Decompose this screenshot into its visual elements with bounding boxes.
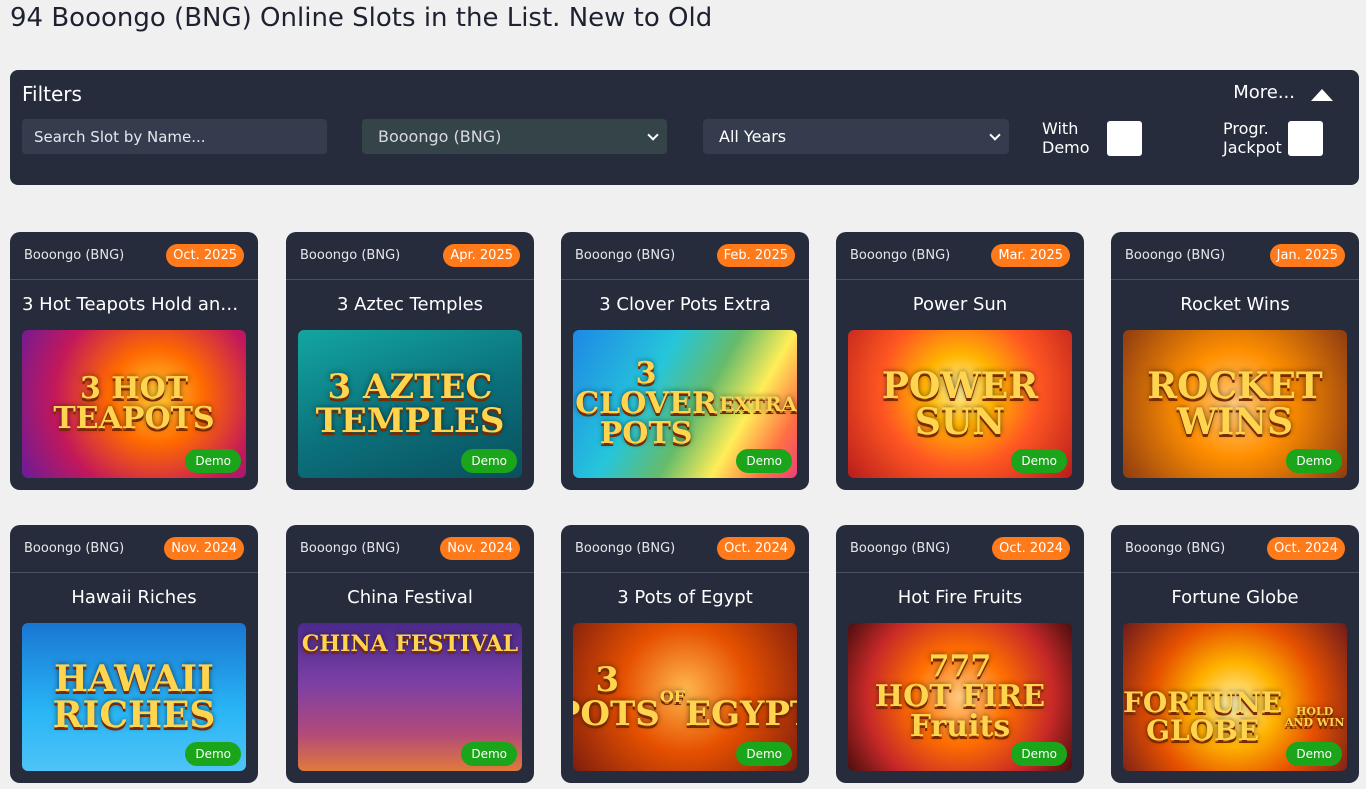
card-title-text: Hawaii Riches — [71, 586, 197, 608]
card-title-text: China Festival — [347, 586, 473, 608]
slot-thumbnail[interactable]: 3 CLOVER POTS EXTRA Demo — [573, 330, 797, 478]
demo-badge[interactable]: Demo — [1011, 742, 1067, 766]
date-badge: Oct. 2024 — [1267, 537, 1345, 560]
card-provider: Booongo (BNG) — [1125, 248, 1226, 263]
search-input[interactable] — [22, 119, 327, 154]
demo-badge[interactable]: Demo — [1286, 449, 1342, 473]
card-title[interactable]: China Festival — [286, 573, 534, 621]
slot-card[interactable]: Booongo (BNG) Jan. 2025 Rocket Wins ROCK… — [1111, 232, 1359, 490]
years-select[interactable]: All Years — [703, 119, 1009, 154]
date-badge: Mar. 2025 — [991, 244, 1070, 267]
card-provider: Booongo (BNG) — [575, 248, 676, 263]
slot-thumbnail[interactable]: ROCKET WINS Demo — [1123, 330, 1347, 478]
demo-badge[interactable]: Demo — [185, 742, 241, 766]
filters-title: Filters — [22, 82, 82, 106]
card-header: Booongo (BNG) Nov. 2024 — [10, 525, 258, 573]
more-filters-label: More... — [1233, 82, 1295, 103]
jackpot-checkbox[interactable] — [1288, 120, 1323, 156]
card-title-text: Rocket Wins — [1180, 293, 1290, 315]
card-header: Booongo (BNG) Mar. 2025 — [836, 232, 1084, 280]
card-title-text: 3 Pots of Egypt — [617, 586, 753, 608]
card-title[interactable]: 3 Pots of Egypt — [561, 573, 809, 621]
date-badge: Nov. 2024 — [440, 537, 520, 560]
card-title[interactable]: 3 Hot Teapots Hold and ... — [10, 280, 258, 328]
chevron-down-icon — [647, 128, 659, 141]
jackpot-label: Progr. Jackpot — [1223, 119, 1282, 157]
card-header: Booongo (BNG) Oct. 2024 — [836, 525, 1084, 573]
slot-thumbnail[interactable]: POWER SUN Demo — [848, 330, 1072, 478]
provider-select-value: Booongo (BNG) — [378, 127, 502, 146]
slot-card[interactable]: Booongo (BNG) Nov. 2024 Hawaii Riches HA… — [10, 525, 258, 783]
with-demo-label: With Demo — [1042, 119, 1090, 157]
years-select-value: All Years — [719, 127, 787, 146]
card-header: Booongo (BNG) Oct. 2024 — [1111, 525, 1359, 573]
slot-card[interactable]: Booongo (BNG) Nov. 2024 China Festival C… — [286, 525, 534, 783]
slot-thumbnail[interactable]: HAWAII RICHES Demo — [22, 623, 246, 771]
card-title-text: 3 Aztec Temples — [336, 293, 484, 315]
card-provider: Booongo (BNG) — [24, 248, 125, 263]
more-filters-toggle[interactable]: More... — [1233, 82, 1333, 103]
slot-card[interactable]: Booongo (BNG) Oct. 2024 Fortune Globe FO… — [1111, 525, 1359, 783]
card-title[interactable]: Rocket Wins — [1111, 280, 1359, 328]
date-badge: Oct. 2025 — [166, 244, 244, 267]
demo-badge[interactable]: Demo — [1286, 742, 1342, 766]
card-title[interactable]: Fortune Globe — [1111, 573, 1359, 621]
demo-badge[interactable]: Demo — [1011, 449, 1067, 473]
card-provider: Booongo (BNG) — [850, 248, 951, 263]
provider-select[interactable]: Booongo (BNG) — [362, 119, 667, 154]
date-badge: Jan. 2025 — [1269, 244, 1345, 267]
with-demo-checkbox[interactable] — [1107, 120, 1142, 156]
date-badge: Nov. 2024 — [164, 537, 244, 560]
chevron-up-icon — [1311, 88, 1333, 101]
card-header: Booongo (BNG) Oct. 2025 — [10, 232, 258, 280]
card-provider: Booongo (BNG) — [300, 541, 401, 556]
slot-card[interactable]: Booongo (BNG) Mar. 2025 Power Sun POWER S… — [836, 232, 1084, 490]
card-header: Booongo (BNG) Oct. 2024 — [561, 525, 809, 573]
card-header: Booongo (BNG) Nov. 2024 — [286, 525, 534, 573]
slot-thumbnail[interactable]: 777 HOT FIRE Fruits Demo — [848, 623, 1072, 771]
slot-card[interactable]: Booongo (BNG) Feb. 2025 3 Clover Pots Ex… — [561, 232, 809, 490]
slot-thumbnail[interactable]: FORTUNE GLOBE HOLD AND WIN Demo — [1123, 623, 1347, 771]
card-title-text: 3 Hot Teapots Hold and ... — [22, 293, 246, 315]
date-badge: Oct. 2024 — [717, 537, 795, 560]
jackpot-filter: Progr. Jackpot — [1223, 119, 1323, 157]
card-title-text: 3 Clover Pots Extra — [599, 293, 771, 315]
with-demo-filter: With Demo — [1042, 119, 1142, 157]
card-title[interactable]: Hot Fire Fruits — [836, 573, 1084, 621]
card-provider: Booongo (BNG) — [24, 541, 125, 556]
filters-panel: Filters More... Booongo (BNG) All Years … — [10, 70, 1359, 185]
card-provider: Booongo (BNG) — [1125, 541, 1226, 556]
date-badge: Feb. 2025 — [716, 244, 795, 267]
card-header: Booongo (BNG) Apr. 2025 — [286, 232, 534, 280]
card-header: Booongo (BNG) Feb. 2025 — [561, 232, 809, 280]
card-title[interactable]: Hawaii Riches — [10, 573, 258, 621]
page-title: 94 Booongo (BNG) Online Slots in the Lis… — [10, 3, 713, 33]
slot-thumbnail[interactable]: 3 POTSOFEGYPT Demo — [573, 623, 797, 771]
card-provider: Booongo (BNG) — [575, 541, 676, 556]
card-provider: Booongo (BNG) — [850, 541, 951, 556]
demo-badge[interactable]: Demo — [736, 449, 792, 473]
demo-badge[interactable]: Demo — [736, 742, 792, 766]
slot-thumbnail[interactable]: 3 HOT TEAPOTS Demo — [22, 330, 246, 478]
slot-thumbnail[interactable]: 3 AZTEC TEMPLES Demo — [298, 330, 522, 478]
date-badge: Apr. 2025 — [443, 244, 520, 267]
card-title-text: Hot Fire Fruits — [897, 586, 1023, 608]
slot-card[interactable]: Booongo (BNG) Apr. 2025 3 Aztec Temples … — [286, 232, 534, 490]
slot-card[interactable]: Booongo (BNG) Oct. 2024 3 Pots of Egypt … — [561, 525, 809, 783]
date-badge: Oct. 2024 — [992, 537, 1070, 560]
demo-badge[interactable]: Demo — [461, 742, 517, 766]
slot-card[interactable]: Booongo (BNG) Oct. 2025 3 Hot Teapots Ho… — [10, 232, 258, 490]
card-title-text: Power Sun — [912, 293, 1008, 315]
card-title[interactable]: Power Sun — [836, 280, 1084, 328]
card-header: Booongo (BNG) Jan. 2025 — [1111, 232, 1359, 280]
slot-thumbnail[interactable]: CHINA FESTIVAL Demo — [298, 623, 522, 771]
demo-badge[interactable]: Demo — [461, 449, 517, 473]
card-title[interactable]: 3 Aztec Temples — [286, 280, 534, 328]
demo-badge[interactable]: Demo — [185, 449, 241, 473]
slot-card[interactable]: Booongo (BNG) Oct. 2024 Hot Fire Fruits … — [836, 525, 1084, 783]
card-provider: Booongo (BNG) — [300, 248, 401, 263]
card-title-text: Fortune Globe — [1171, 586, 1299, 608]
card-title[interactable]: 3 Clover Pots Extra — [561, 280, 809, 328]
chevron-down-icon — [989, 128, 1001, 141]
